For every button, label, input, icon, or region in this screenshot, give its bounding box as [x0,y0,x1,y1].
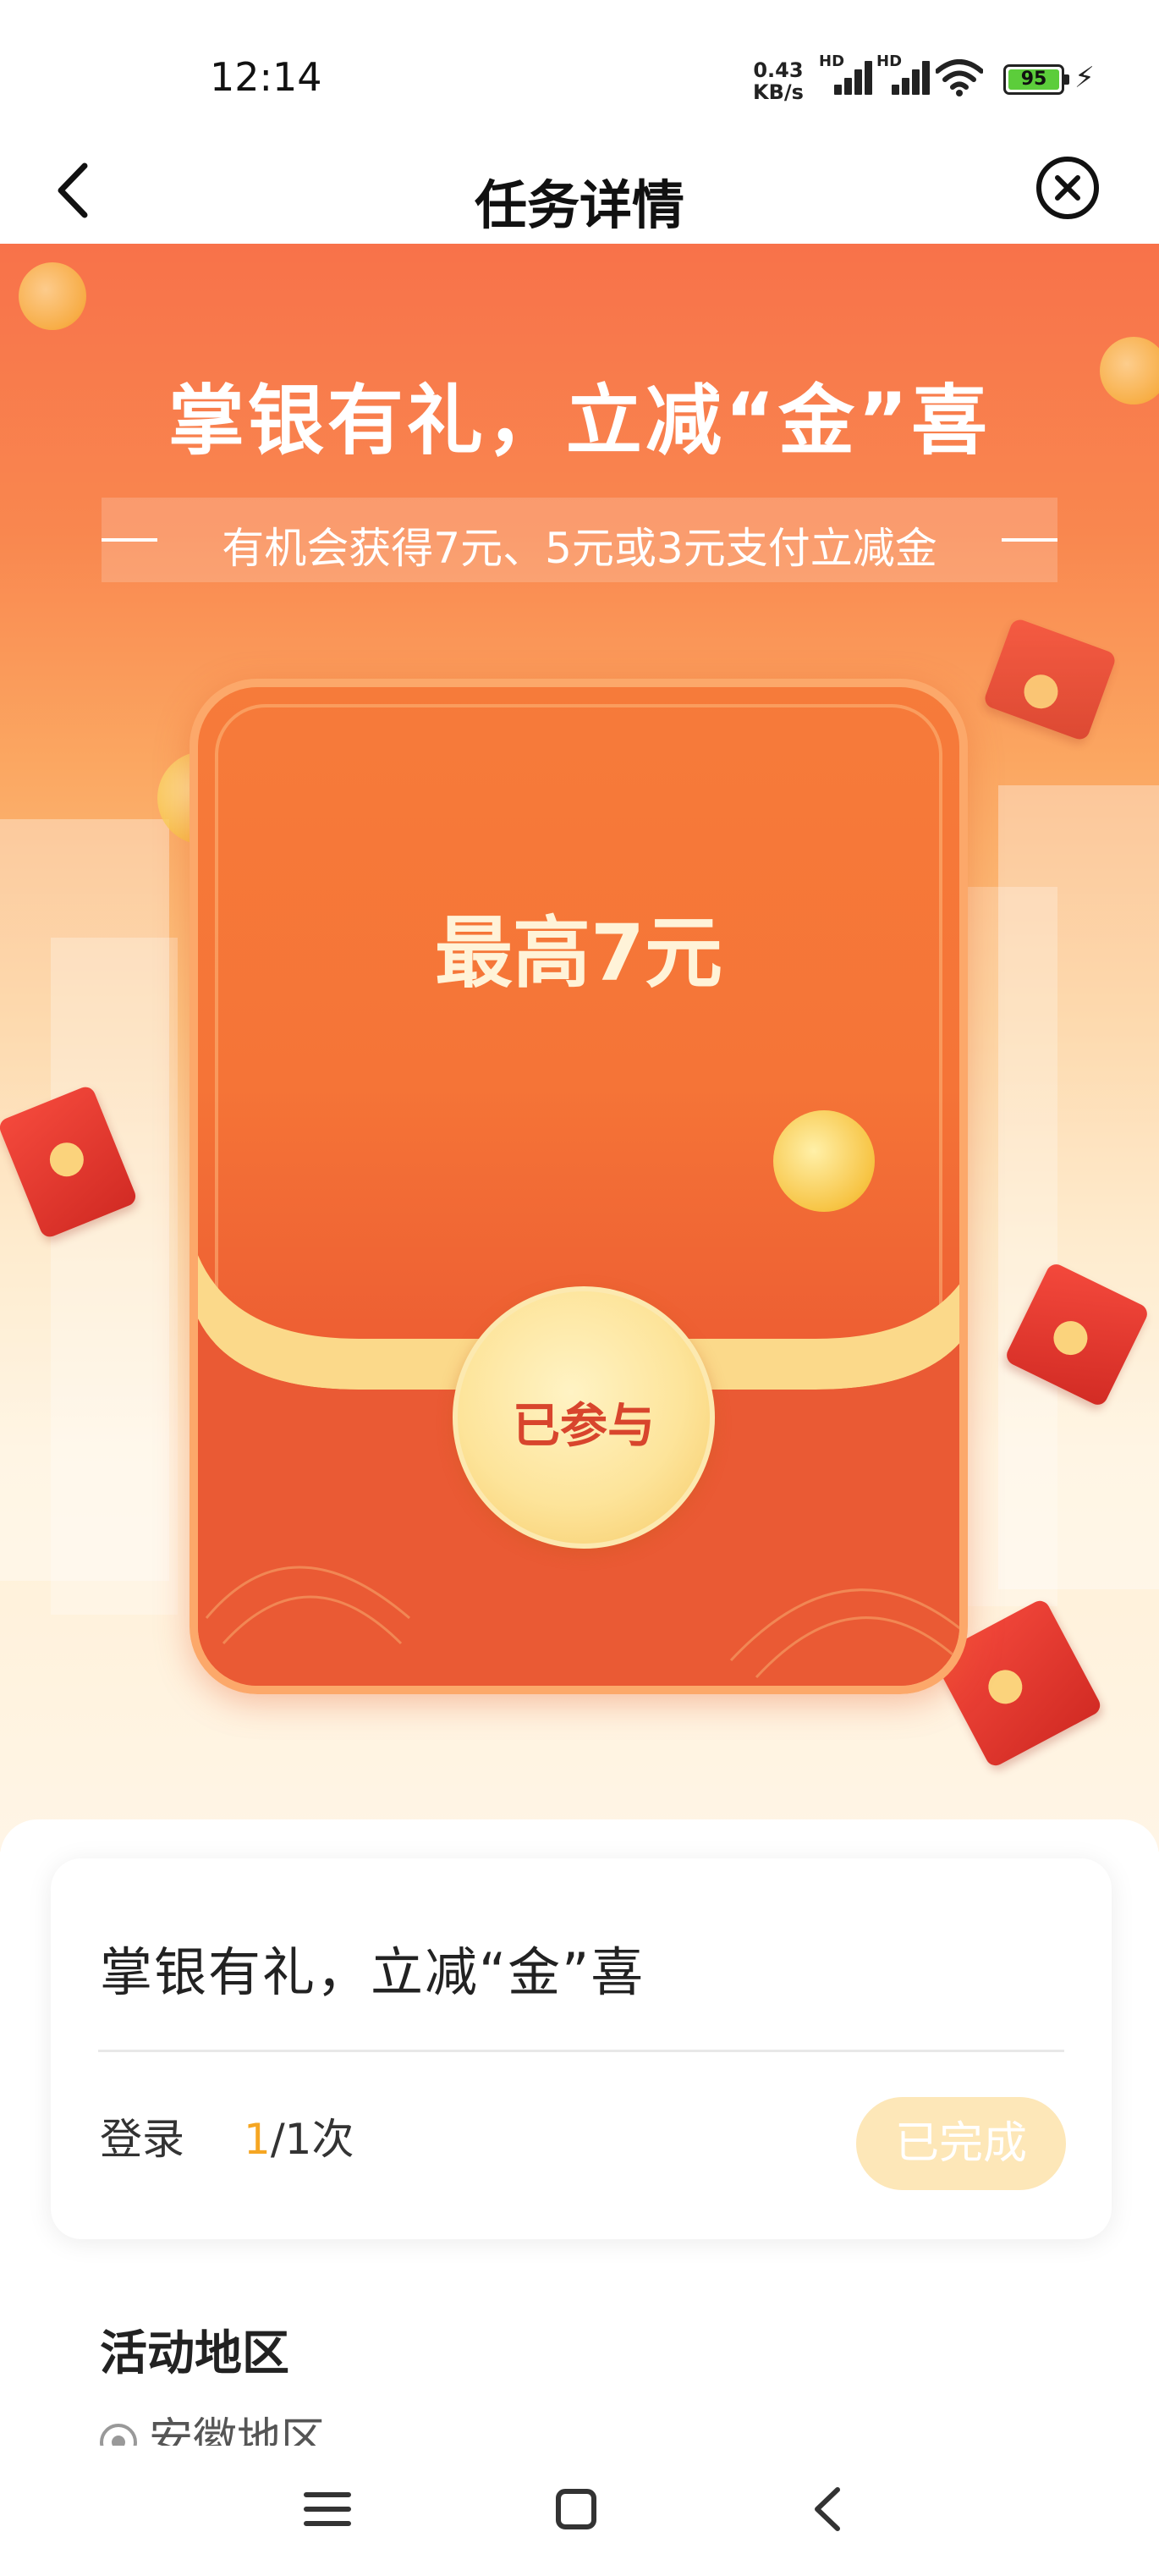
task-card: 掌银有礼，立减“金”喜 登录 1/1次 已完成 [51,1858,1112,2239]
red-envelope: 最高7元 已参与 [190,679,968,1694]
task-progress-current: 1 [244,2115,271,2164]
network-speed: 0.43 KB/s [753,59,804,103]
region-item: 安徽地区 [100,2403,325,2446]
close-button[interactable] [1032,152,1103,223]
signal-hd-label-1: HD [819,52,845,70]
signal-hd-label-2: HD [876,52,903,70]
red-envelope-decoration [982,617,1118,742]
hero-title: 掌银有礼，立减“金”喜 [168,377,991,465]
region-item-label: 安徽地区 [149,2414,326,2446]
signal-icon-2: HD [876,52,930,95]
charging-icon: ⚡ [1074,61,1095,95]
menu-icon[interactable] [298,2480,357,2539]
task-title: 掌银有礼，立减“金”喜 [100,1941,645,2003]
status-time: 12:14 [210,54,322,100]
battery-level: 95 [1008,69,1059,90]
region-title: 活动地区 [100,2326,289,2381]
nav-bar: 任务详情 [0,144,1159,244]
task-action-label: 登录 [100,2115,184,2164]
completed-button[interactable]: 已完成 [856,2097,1066,2190]
task-progress-total: /1次 [270,2115,354,2164]
hero-subtitle-band: 有机会获得7元、5元或3元支付立减金 [102,498,1057,582]
wifi-icon [936,59,983,96]
status-bar: 12:14 0.43 KB/s HD HD 95 ⚡ [0,0,1159,144]
building-decoration [51,938,178,1615]
coin-decoration [19,262,86,330]
home-square-icon[interactable] [547,2480,606,2539]
network-speed-value: 0.43 [753,58,804,82]
location-icon [100,2424,137,2446]
network-speed-unit: KB/s [753,80,804,104]
system-nav-bar [0,2446,1159,2576]
divider [98,2050,1064,2052]
page-title: 任务详情 [474,174,684,236]
back-triangle-icon[interactable] [799,2480,858,2539]
subtitle-line-right [1002,538,1057,542]
signal-icon-1: HD [819,52,872,95]
joined-button-label: 已参与 [513,1399,655,1454]
hero-subtitle: 有机会获得7元、5元或3元支付立减金 [222,524,937,573]
hero-banner: 掌银有礼，立减“金”喜 有机会获得7元、5元或3元支付立减金 最高7元 已参与 [0,244,1159,1852]
battery-icon: 95 [1003,64,1069,95]
joined-button[interactable]: 已参与 [453,1286,715,1549]
task-progress: 1/1次 [244,2105,354,2166]
